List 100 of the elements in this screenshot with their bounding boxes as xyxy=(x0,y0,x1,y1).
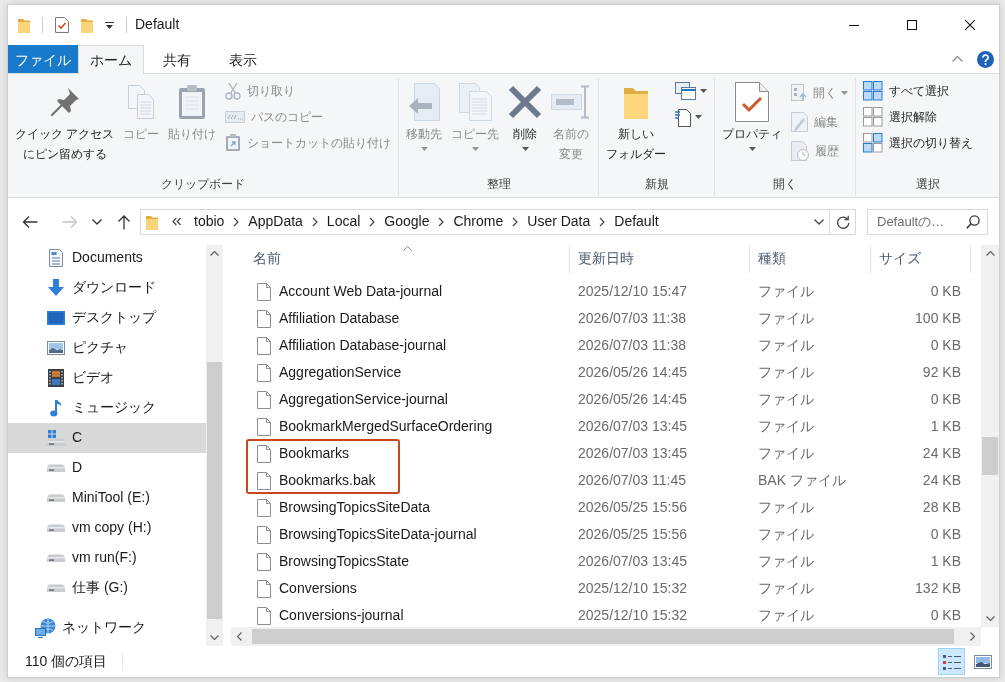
x-mark-icon xyxy=(508,85,543,119)
chevron-right-icon[interactable] xyxy=(438,216,445,227)
caret-down-icon[interactable] xyxy=(105,21,114,29)
ribbon-tab[interactable]: ファイル xyxy=(8,45,78,73)
file-name[interactable]: Bookmarks xyxy=(279,444,350,463)
caret-down-icon[interactable] xyxy=(695,115,703,119)
column-header[interactable]: 更新日時 xyxy=(570,245,750,273)
checkmark-page-icon[interactable] xyxy=(55,17,69,33)
scroll-thumb[interactable] xyxy=(207,362,222,619)
breadcrumb[interactable]: Chrome xyxy=(448,212,509,231)
scrollbar[interactable] xyxy=(206,245,223,646)
nav-item[interactable]: 仕事 (G:) xyxy=(8,573,206,603)
ribbon-tab[interactable]: ホーム xyxy=(78,45,144,74)
scroll-thumb[interactable] xyxy=(982,437,998,475)
breadcrumb[interactable]: Default xyxy=(609,212,664,231)
breadcrumb[interactable]: User Data xyxy=(522,212,596,231)
nav-item[interactable]: C xyxy=(8,423,206,453)
file-name[interactable]: Bookmarks.bak xyxy=(279,471,376,490)
ribbon-button[interactable]: プロパティ xyxy=(718,78,787,151)
chevron-up-icon[interactable] xyxy=(985,251,995,256)
chevron-down-icon[interactable] xyxy=(814,218,824,225)
nav-item[interactable]: ビデオ xyxy=(8,363,206,393)
nav-item[interactable]: ピクチャ xyxy=(8,333,206,363)
ribbon-button[interactable]: 新しい フォルダー xyxy=(602,78,671,164)
file-name[interactable]: Conversions xyxy=(279,579,357,598)
caret-down-icon[interactable] xyxy=(700,89,708,93)
file-type: ファイル xyxy=(758,309,814,326)
chevron-down-icon[interactable] xyxy=(985,616,995,621)
picture-view-icon xyxy=(973,654,992,669)
ribbon-tab[interactable]: 共有 xyxy=(144,45,210,73)
nav-item[interactable]: MiniTool (E:) xyxy=(8,483,206,513)
file-name[interactable]: Affiliation Database-journal xyxy=(279,336,447,355)
column-header[interactable]: 種類 xyxy=(750,245,871,273)
windows-stack-icon xyxy=(675,82,697,100)
file-name[interactable]: BookmarkMergedSurfaceOrdering xyxy=(279,417,493,436)
column-header[interactable]: サイズ xyxy=(871,245,971,273)
refresh-button[interactable] xyxy=(830,208,856,235)
nav-item[interactable]: D xyxy=(8,453,206,483)
minimize-icon[interactable] xyxy=(849,24,859,26)
nav-item[interactable]: vm run(F:) xyxy=(8,543,206,573)
nav-item[interactable]: ミュージック xyxy=(8,393,206,423)
ribbon-button[interactable]: 選択の切り替え xyxy=(859,130,978,156)
chevron-down-icon[interactable] xyxy=(92,218,102,225)
file-name[interactable]: AggregationService xyxy=(279,363,402,382)
search-field[interactable]: Defaultの… xyxy=(867,208,988,235)
breadcrumb[interactable]: Google xyxy=(379,212,435,231)
nav-item[interactable]: vm copy (H:) xyxy=(8,513,206,543)
maximize-icon[interactable] xyxy=(907,20,917,30)
scrollbar[interactable] xyxy=(231,627,981,646)
ribbon-button[interactable]: すべて選択 xyxy=(859,78,954,104)
clock-page-icon xyxy=(791,141,810,161)
file-name[interactable]: BrowsingTopicsSiteData xyxy=(279,498,430,517)
caret-down-icon[interactable] xyxy=(521,147,529,151)
chevron-right-icon[interactable] xyxy=(369,216,376,227)
nav-item[interactable]: Documents xyxy=(8,245,206,273)
chevron-right-icon[interactable] xyxy=(233,216,240,227)
nav-item[interactable]: デスクトップ xyxy=(8,303,206,333)
chevron-right-icon[interactable] xyxy=(311,216,318,227)
arrow-left-icon[interactable] xyxy=(22,214,38,229)
scroll-thumb[interactable] xyxy=(252,629,954,644)
film-strip-icon xyxy=(48,369,64,387)
chevron-up-icon[interactable] xyxy=(952,56,963,62)
item-count: 110 個の項目 xyxy=(25,652,108,671)
file-name[interactable]: BrowsingTopicsSiteData-journal xyxy=(279,525,477,544)
breadcrumb[interactable]: AppData xyxy=(243,212,308,231)
group-label: 整理 xyxy=(485,176,512,193)
chevron-right-icon[interactable] xyxy=(970,632,975,641)
breadcrumb[interactable]: tobio xyxy=(189,212,230,231)
breadcrumb[interactable]: Local xyxy=(321,212,366,231)
ribbon-button[interactable]: クイック アクセス にピン留めする xyxy=(11,78,119,164)
view-button[interactable] xyxy=(938,648,965,675)
file-size: 24 KB xyxy=(922,444,961,461)
close-icon[interactable] xyxy=(965,20,975,30)
scrollbar[interactable] xyxy=(981,245,999,627)
address-bar[interactable]: tobio AppData Local Google Chrome User Data Default xyxy=(140,208,830,235)
chevron-left-icon[interactable] xyxy=(237,632,242,641)
file-name[interactable]: Conversions-journal xyxy=(279,606,404,625)
ribbon-tab[interactable]: 表示 xyxy=(210,45,276,73)
column-header[interactable]: 名前 xyxy=(246,245,570,273)
chevron-up-icon[interactable] xyxy=(210,251,219,256)
file-name[interactable]: AggregationService-journal xyxy=(279,390,448,409)
nav-item[interactable]: ネットワーク xyxy=(8,613,206,643)
page-arrow-icon xyxy=(408,83,441,121)
chevron-right-icon[interactable] xyxy=(599,216,606,227)
file-name[interactable]: Account Web Data-journal xyxy=(279,282,443,301)
arrow-up-icon[interactable] xyxy=(117,213,131,230)
chevron-right-icon[interactable] xyxy=(512,216,519,227)
caret-down-icon[interactable] xyxy=(748,147,756,151)
file-name[interactable]: Affiliation Database xyxy=(279,309,400,328)
drive-icon xyxy=(46,584,66,592)
double-chevron-left-icon[interactable] xyxy=(172,217,181,226)
help-icon[interactable] xyxy=(977,50,994,68)
chevron-down-icon[interactable] xyxy=(210,635,219,640)
ribbon-button[interactable]: 削除 xyxy=(504,78,547,151)
file-icon xyxy=(257,525,271,544)
modified-date: 2026/07/03 13:45 xyxy=(578,444,687,461)
file-name[interactable]: BrowsingTopicsState xyxy=(279,552,409,571)
ribbon-button[interactable]: 選択解除 xyxy=(859,104,942,130)
nav-item[interactable]: ダウンロード xyxy=(8,273,206,303)
search-icon[interactable] xyxy=(966,214,980,229)
